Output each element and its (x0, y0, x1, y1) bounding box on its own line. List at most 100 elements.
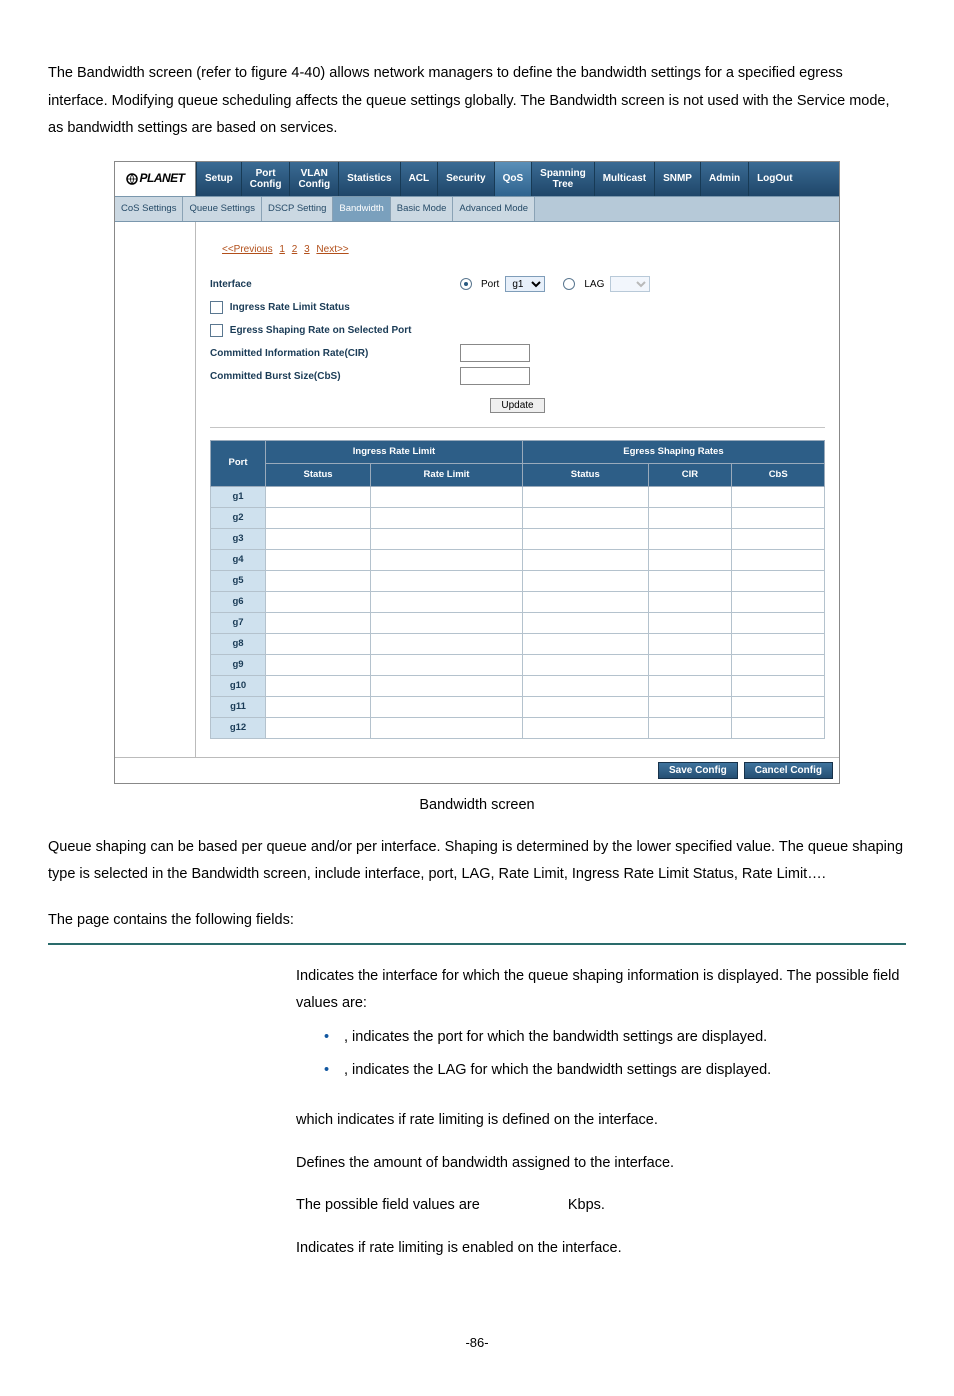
bullet-port: , indicates the port for which the bandw… (324, 1024, 900, 1052)
fields-divider (48, 943, 906, 945)
port-select[interactable]: g1 (505, 276, 545, 292)
ingress-status-checkbox[interactable] (210, 301, 223, 314)
save-config-button[interactable]: Save Config (658, 762, 738, 779)
main-tab-multicast[interactable]: Multicast (594, 162, 654, 196)
main-tab-security[interactable]: Security (437, 162, 493, 196)
table-row: g12 (211, 718, 825, 739)
data-cell (522, 634, 648, 655)
data-cell (266, 592, 371, 613)
main-tab-logout[interactable]: LogOut (748, 162, 801, 196)
table-row: g5 (211, 570, 825, 591)
data-cell (371, 507, 523, 528)
sub-tab-cos-settings[interactable]: CoS Settings (115, 197, 183, 221)
data-cell (371, 486, 523, 507)
pager-page-1[interactable]: 1 (279, 244, 285, 255)
port-cell: g10 (211, 676, 266, 697)
cbs-label: Committed Burst Size(CbS) (210, 367, 460, 386)
main-tab-acl[interactable]: ACL (400, 162, 438, 196)
port-radio[interactable] (460, 278, 472, 290)
logo: PLANET (115, 162, 196, 196)
table-row: g9 (211, 655, 825, 676)
data-cell (732, 613, 825, 634)
lag-select[interactable] (610, 276, 650, 292)
sub-tab-bandwidth[interactable]: Bandwidth (333, 197, 390, 221)
field-interface-desc: Indicates the interface for which the qu… (290, 955, 906, 1099)
data-cell (371, 528, 523, 549)
cir-input[interactable] (460, 344, 530, 362)
main-tabs: SetupPortConfigVLANConfigStatisticsACLSe… (196, 162, 839, 196)
main-tab-snmp[interactable]: SNMP (654, 162, 700, 196)
logo-text: PLANET (140, 167, 185, 190)
data-cell (732, 718, 825, 739)
data-cell (371, 697, 523, 718)
data-cell (648, 570, 732, 591)
intro-paragraph: The Bandwidth screen (refer to figure 4-… (48, 60, 906, 143)
cir-label: Committed Information Rate(CIR) (210, 344, 460, 363)
table-row: g8 (211, 634, 825, 655)
egress-shaping-label: Egress Shaping Rate on Selected Port (230, 325, 412, 336)
footer-bar: Save Config Cancel Config (115, 757, 839, 783)
port-cell: g4 (211, 549, 266, 570)
data-cell (371, 549, 523, 570)
data-cell (266, 718, 371, 739)
cbs-input[interactable] (460, 367, 530, 385)
pager-page-2[interactable]: 2 (292, 244, 298, 255)
data-cell (732, 486, 825, 507)
port-cell: g8 (211, 634, 266, 655)
data-cell (522, 592, 648, 613)
data-cell (522, 570, 648, 591)
data-cell (648, 613, 732, 634)
pager-page-3[interactable]: 3 (304, 244, 310, 255)
data-cell (732, 507, 825, 528)
data-cell (648, 592, 732, 613)
data-cell (371, 592, 523, 613)
cancel-config-button[interactable]: Cancel Config (744, 762, 833, 779)
data-cell (266, 676, 371, 697)
port-cell: g12 (211, 718, 266, 739)
pager-prev[interactable]: <<Previous (222, 244, 273, 255)
main-tab-vlan-config[interactable]: VLANConfig (289, 162, 338, 196)
main-tab-statistics[interactable]: Statistics (338, 162, 399, 196)
egress-shaping-checkbox[interactable] (210, 324, 223, 337)
app-header: PLANET SetupPortConfigVLANConfigStatisti… (115, 162, 839, 196)
main-tab-spanning-tree[interactable]: SpanningTree (531, 162, 594, 196)
row3b-prefix: The possible field values are (296, 1197, 480, 1213)
main-tab-port-config[interactable]: PortConfig (241, 162, 290, 196)
main-tab-qos[interactable]: QoS (494, 162, 532, 196)
data-cell (371, 613, 523, 634)
field-row3-desc: Defines the amount of bandwidth assigned… (290, 1142, 906, 1227)
bandwidth-table: Port Ingress Rate Limit Egress Shaping R… (210, 440, 825, 740)
pager-next[interactable]: Next>> (316, 244, 348, 255)
sub-tab-advanced-mode[interactable]: Advanced Mode (453, 197, 535, 221)
data-cell (522, 486, 648, 507)
th-irl-rate: Rate Limit (371, 463, 523, 486)
lag-radio[interactable] (563, 278, 575, 290)
sub-tab-dscp-setting[interactable]: DSCP Setting (262, 197, 333, 221)
update-button[interactable]: Update (490, 398, 544, 413)
port-radio-label: Port (481, 275, 499, 294)
field-interface-name (48, 955, 290, 1099)
field-row4-name (48, 1227, 290, 1271)
main-tab-admin[interactable]: Admin (700, 162, 748, 196)
sub-tab-queue-settings[interactable]: Queue Settings (183, 197, 262, 221)
sub-tab-basic-mode[interactable]: Basic Mode (391, 197, 454, 221)
data-cell (371, 718, 523, 739)
data-cell (648, 697, 732, 718)
table-row: g6 (211, 592, 825, 613)
port-cell: g3 (211, 528, 266, 549)
after-paragraph: Queue shaping can be based per queue and… (48, 834, 906, 889)
sidebar (115, 222, 196, 758)
table-row: g2 (211, 507, 825, 528)
table-row: g10 (211, 676, 825, 697)
interface-desc-text: Indicates the interface for which the qu… (296, 968, 899, 1012)
main-tab-setup[interactable]: Setup (196, 162, 241, 196)
data-cell (266, 570, 371, 591)
data-cell (266, 634, 371, 655)
port-cell: g6 (211, 592, 266, 613)
data-cell (266, 697, 371, 718)
th-esr-cbs: CbS (732, 463, 825, 486)
th-ingress: Ingress Rate Limit (266, 440, 523, 463)
ingress-status-label: Ingress Rate Limit Status (230, 302, 350, 313)
table-row: g3 (211, 528, 825, 549)
data-cell (266, 507, 371, 528)
